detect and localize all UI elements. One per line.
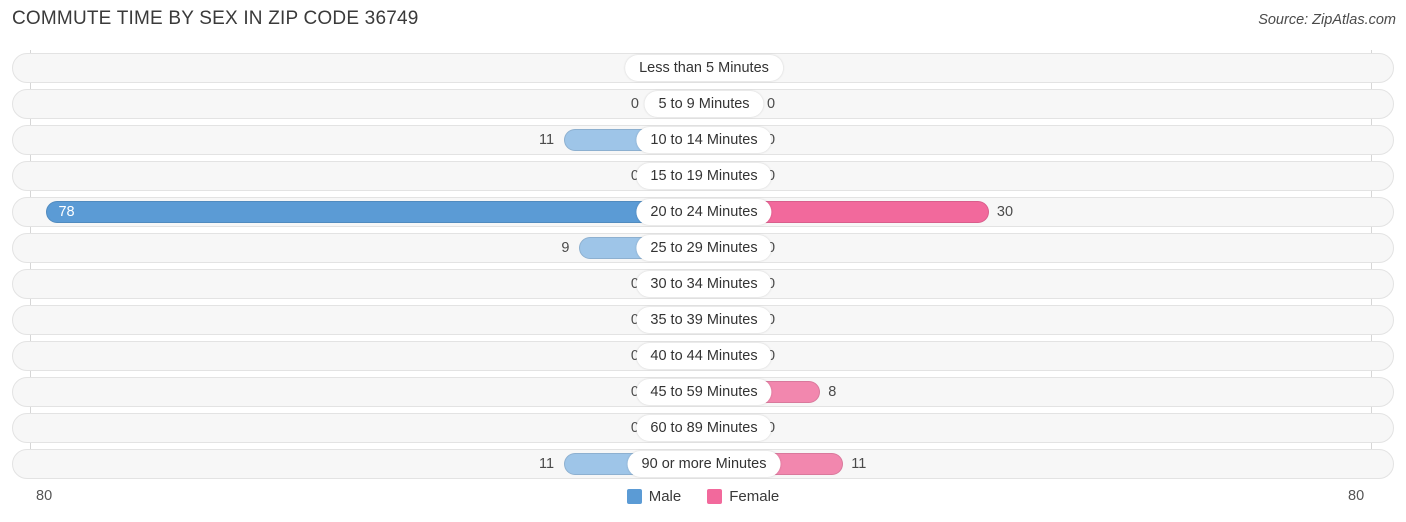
chart-row[interactable]: 78 30 20 to 24 Minutes <box>12 197 1394 227</box>
chart-legend: Male Female <box>0 488 1406 505</box>
value-label-male: 9 <box>561 240 570 256</box>
category-label: 10 to 14 Minutes <box>636 127 772 153</box>
value-label-female: 0 <box>767 96 776 112</box>
chart-row[interactable]: 00Less than 5 Minutes <box>12 53 1394 83</box>
value-label-male: 78 <box>58 204 75 220</box>
chart-row[interactable]: 0030 to 34 Minutes <box>12 269 1394 299</box>
chart-row[interactable]: 0035 to 39 Minutes <box>12 305 1394 335</box>
category-label: 40 to 44 Minutes <box>636 343 772 369</box>
legend-item-male[interactable]: Male <box>626 488 682 505</box>
legend-label-male: Male <box>648 488 682 505</box>
category-label: 25 to 29 Minutes <box>636 235 772 261</box>
value-label-female: 11 <box>851 456 867 472</box>
value-label-male: 11 <box>538 456 555 472</box>
category-label: 45 to 59 Minutes <box>636 379 772 405</box>
category-label: 20 to 24 Minutes <box>636 199 772 225</box>
chart-row[interactable]: 11 11 90 or more Minutes <box>12 449 1394 479</box>
chart-row[interactable]: 005 to 9 Minutes <box>12 89 1394 119</box>
legend-swatch-male-icon <box>626 489 642 504</box>
chart-row[interactable]: 0060 to 89 Minutes <box>12 413 1394 443</box>
category-label: Less than 5 Minutes <box>625 55 783 81</box>
legend-label-female: Female <box>729 488 780 505</box>
category-label: 90 or more Minutes <box>627 451 781 477</box>
bar-male[interactable] <box>46 201 704 223</box>
category-label: 30 to 34 Minutes <box>636 271 772 297</box>
chart-row[interactable]: 0 8 45 to 59 Minutes <box>12 377 1394 407</box>
chart-row[interactable]: 9025 to 29 Minutes <box>12 233 1394 263</box>
chart-row[interactable]: 0040 to 44 Minutes <box>12 341 1394 371</box>
value-label-male: 11 <box>538 132 555 148</box>
value-label-female: 30 <box>996 204 1014 220</box>
category-label: 5 to 9 Minutes <box>644 91 764 117</box>
chart-row[interactable]: 0015 to 19 Minutes <box>12 161 1394 191</box>
source-attribution: Source: ZipAtlas.com <box>1258 12 1396 28</box>
chart-plot-area: 00Less than 5 Minutes005 to 9 Minutes110… <box>0 50 1406 482</box>
value-label-female: 8 <box>828 384 837 400</box>
page-title: COMMUTE TIME BY SEX IN ZIP CODE 36749 <box>12 8 419 29</box>
category-label: 60 to 89 Minutes <box>636 415 772 441</box>
category-label: 15 to 19 Minutes <box>636 163 772 189</box>
legend-item-female[interactable]: Female <box>707 488 779 505</box>
chart-row[interactable]: 11010 to 14 Minutes <box>12 125 1394 155</box>
category-label: 35 to 39 Minutes <box>636 307 772 333</box>
value-label-male: 0 <box>630 96 639 112</box>
legend-swatch-female-icon <box>707 489 723 504</box>
